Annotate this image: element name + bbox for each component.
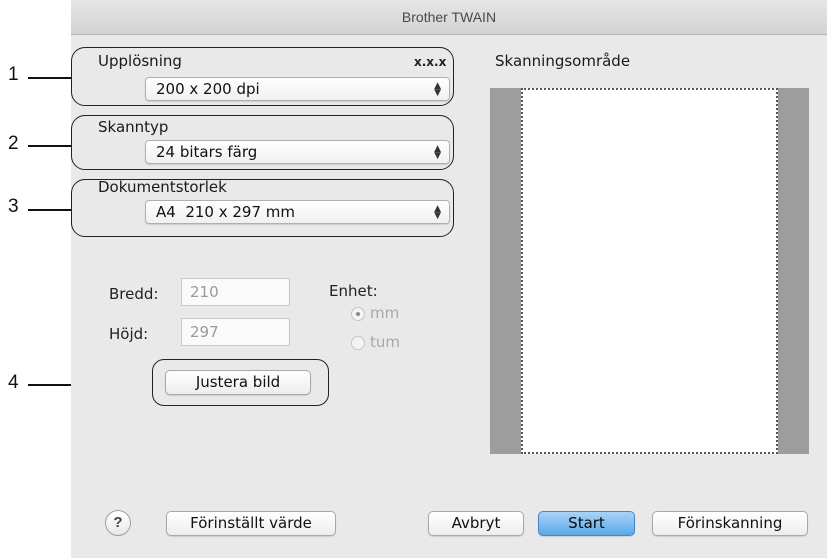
resolution-select[interactable]: 200 x 200 dpi ▲ ▼ [145,77,450,101]
width-label: Bredd: [109,285,159,303]
document-size-value: A4 210 x 297 mm [156,203,296,221]
start-button[interactable]: Start [538,511,635,536]
prescan-button[interactable]: Förinskanning [652,511,808,536]
scan-type-value: 24 bitars färg [156,143,258,161]
updown-arrows-icon: ▲ ▼ [434,144,441,161]
scan-area-preview[interactable] [490,88,809,454]
height-field[interactable]: 297 [181,318,290,346]
callout-2: 2 [8,133,19,154]
document-size-select[interactable]: A4 210 x 297 mm ▲ ▼ [145,200,450,224]
scan-type-label: Skanntyp [98,118,169,136]
adjust-image-button[interactable]: Justera bild [165,370,311,395]
width-field[interactable]: 210 [181,278,290,306]
document-size-label: Dokumentstorlek [98,178,227,196]
callout-line-3 [28,209,72,211]
callout-4: 4 [8,372,19,393]
unit-mm-label: mm [370,304,400,322]
radio-button-icon [351,336,365,350]
updown-arrows-icon: ▲ ▼ [434,81,441,98]
scan-page-outline[interactable] [521,88,778,454]
radio-button-icon [351,307,365,321]
window-title: Brother TWAIN [71,0,827,35]
updown-arrows-icon: ▲ ▼ [434,204,441,221]
height-label: Höjd: [109,325,149,343]
default-values-button[interactable]: Förinställt värde [166,511,336,536]
cancel-button[interactable]: Avbryt [428,511,524,536]
twain-window: Brother TWAIN Upplösning x.x.x 200 x 200… [71,0,827,558]
resolution-label: Upplösning [98,52,182,70]
callout-line-2 [28,145,72,147]
callout-3: 3 [8,196,19,217]
unit-label: Enhet: [329,282,378,300]
resolution-value: 200 x 200 dpi [156,80,260,98]
unit-tum-label: tum [370,333,400,351]
callout-1: 1 [8,64,19,85]
scan-area-label: Skanningsområde [495,52,631,70]
scan-type-select[interactable]: 24 bitars färg ▲ ▼ [145,140,450,164]
callout-line-1 [28,77,72,79]
help-button[interactable]: ? [105,510,131,536]
version-label: x.x.x [414,55,447,69]
